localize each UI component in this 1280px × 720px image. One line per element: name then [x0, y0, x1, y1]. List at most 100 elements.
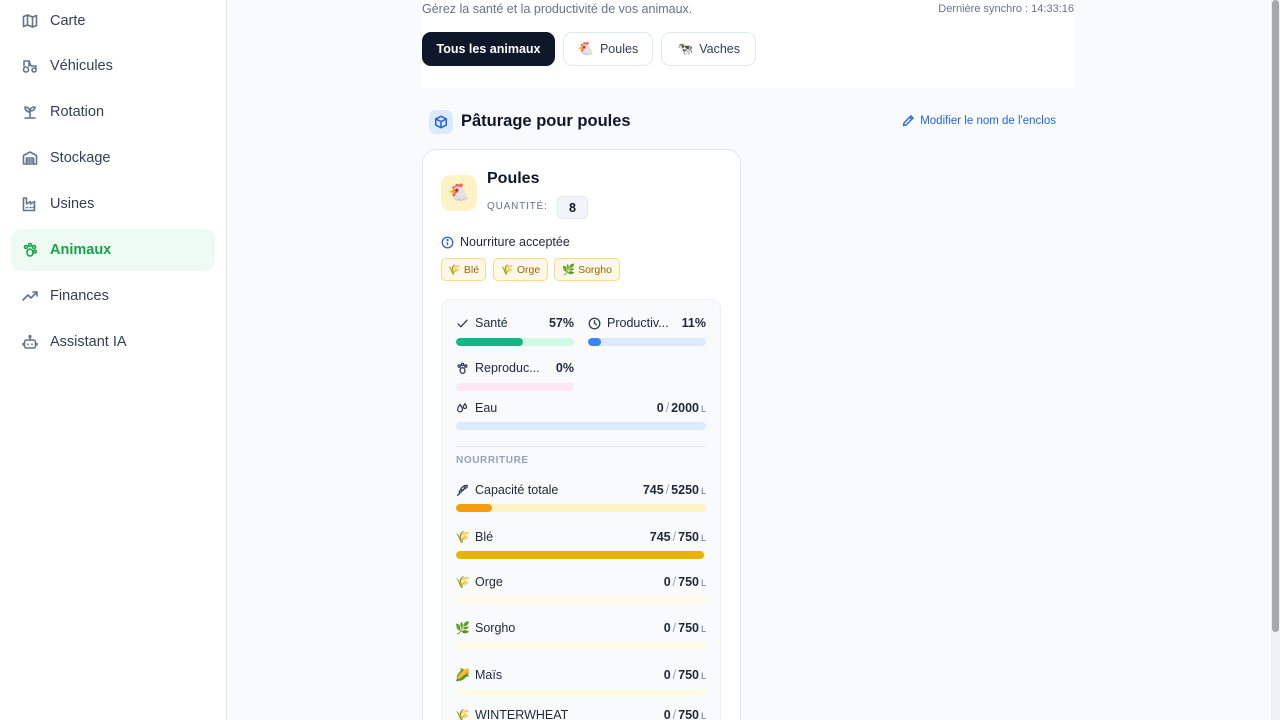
- page-scrollbar[interactable]: [1271, 0, 1280, 720]
- health-bar: [456, 338, 574, 346]
- food-row-label: 🌾 Orge: [455, 575, 503, 589]
- food-row-name: WINTERWHEAT: [475, 708, 569, 720]
- filter-label: Vaches: [699, 42, 740, 56]
- sidebar-item-label: Finances: [50, 288, 109, 304]
- food-row-bar: [456, 504, 706, 512]
- food-row-bar: [456, 642, 706, 650]
- water-bar: [456, 422, 706, 430]
- trending-up-icon: [22, 288, 38, 304]
- productivity-value: 11%: [681, 316, 706, 330]
- sidebar-item-finances[interactable]: Finances: [11, 275, 215, 317]
- food-current: 745: [642, 483, 664, 497]
- food-row-value: 745/5250 L: [642, 483, 706, 497]
- edit-enclosure-name-link[interactable]: Modifier le nom de l'enclos: [902, 114, 1056, 127]
- sidebar-item-label: Animaux: [50, 242, 112, 258]
- food-unit: L: [700, 624, 706, 634]
- accepted-food-title: Nourriture acceptée: [441, 235, 570, 249]
- page-subtitle: Gérez la santé et la productivité de vos…: [422, 2, 693, 16]
- sidebar-item-rotation[interactable]: Rotation: [11, 91, 215, 133]
- sidebar-item-label: Carte: [50, 13, 86, 29]
- quantity-badge: 8: [557, 196, 588, 219]
- paw-icon: [456, 362, 469, 375]
- sidebar-item-animaux[interactable]: Animaux: [11, 229, 215, 271]
- food-row-label: Capacité totale: [456, 483, 558, 497]
- food-row-bar: [456, 689, 706, 697]
- tractor-icon: [22, 58, 38, 74]
- sidebar-item-stockage[interactable]: Stockage: [11, 137, 215, 179]
- box-icon: [429, 110, 453, 134]
- health-label: Santé: [475, 316, 508, 330]
- sidebar-item-label: Usines: [50, 196, 95, 212]
- food-current: 0: [663, 575, 671, 589]
- crop-icon: 🌾: [455, 708, 470, 720]
- filter-label: Poules: [599, 42, 639, 56]
- filter-label: Tous les animaux: [436, 42, 541, 56]
- productivity-label: Productiv...: [607, 316, 669, 330]
- health-value: 57%: [548, 316, 574, 330]
- food-max: 750: [678, 668, 699, 682]
- sidebar-item-label: Rotation: [50, 104, 105, 120]
- quantity-label: QUANTITÉ:: [487, 201, 548, 212]
- sidebar: Carte Véhicules Rotation Stockage Usines…: [0, 0, 227, 720]
- sidebar-item-label: Véhicules: [50, 58, 113, 74]
- food-tag-sorgho: 🌿 Sorgho: [554, 258, 620, 281]
- wheat-bundle-icon: [456, 484, 469, 497]
- food-row-bar-fill: [456, 551, 705, 559]
- reproduction-value: 0%: [555, 361, 574, 375]
- water-value: 0/2000 L: [656, 401, 706, 415]
- herb-icon: 🌿: [562, 264, 576, 276]
- sidebar-item-vehicules[interactable]: Véhicules: [11, 45, 215, 87]
- check-icon: [456, 317, 469, 330]
- sidebar-item-assistant-ia[interactable]: Assistant IA: [11, 321, 215, 363]
- cow-icon: 🐄: [677, 41, 694, 56]
- health-stat: Santé: [456, 316, 508, 330]
- food-row-label: 🌾 WINTERWHEAT: [455, 708, 569, 720]
- productivity-stat: Productiv...: [588, 316, 669, 330]
- food-row-value: 0/750 L: [663, 668, 706, 682]
- food-unit: L: [700, 578, 706, 588]
- divider: [456, 446, 706, 447]
- sidebar-item-carte[interactable]: Carte: [11, 0, 215, 42]
- filter-poules-button[interactable]: 🐔 Poules: [563, 32, 653, 66]
- map-icon: [22, 13, 38, 29]
- clock-icon: [588, 317, 601, 330]
- food-row-bar: [456, 596, 706, 604]
- filter-vaches-button[interactable]: 🐄 Vaches: [661, 32, 756, 66]
- reproduction-label: Reproduc...: [475, 361, 540, 375]
- food-row-value: 0/750 L: [663, 575, 706, 589]
- scrollbar-thumb[interactable]: [1272, 0, 1279, 632]
- food-max: 750: [678, 621, 699, 635]
- water-unit: L: [700, 404, 706, 414]
- food-row-name: Blé: [475, 530, 494, 544]
- bot-icon: [22, 334, 38, 350]
- wheat-icon: 🌾: [500, 264, 514, 276]
- stat-bar-fill: [588, 338, 601, 346]
- food-tag-orge: 🌾 Orge: [493, 258, 548, 281]
- crop-icon: 🌾: [455, 575, 470, 589]
- factory-icon: [22, 196, 38, 212]
- food-tag-label: Orge: [516, 263, 541, 276]
- chicken-avatar-icon: 🐔: [441, 175, 477, 211]
- food-tag-label: Blé: [463, 263, 480, 276]
- food-row-bar: [456, 551, 706, 559]
- accepted-food-label: Nourriture acceptée: [460, 235, 570, 249]
- sidebar-item-usines[interactable]: Usines: [11, 183, 215, 225]
- chicken-icon: 🐔: [577, 41, 594, 56]
- filter-all-animals-button[interactable]: Tous les animaux: [422, 32, 555, 66]
- food-unit: L: [700, 533, 706, 543]
- paw-icon: [22, 242, 38, 258]
- animal-name: Poules: [487, 170, 540, 187]
- food-tag-ble: 🌾 Blé: [441, 258, 486, 281]
- productivity-bar: [588, 338, 706, 346]
- food-unit: L: [700, 486, 706, 496]
- food-row-name: Orge: [475, 575, 503, 589]
- sync-status: Dernière synchro : 14:33:16: [938, 3, 1074, 15]
- food-current: 745: [649, 530, 671, 544]
- food-row-label: 🌽 Maïs: [455, 668, 503, 682]
- droplets-icon: [456, 402, 469, 415]
- reproduction-stat: Reproduc...: [456, 361, 540, 375]
- sidebar-item-label: Assistant IA: [50, 334, 127, 350]
- food-row-name: Maïs: [475, 668, 503, 682]
- food-max: 750: [678, 708, 699, 720]
- food-row-name: Capacité totale: [475, 483, 559, 497]
